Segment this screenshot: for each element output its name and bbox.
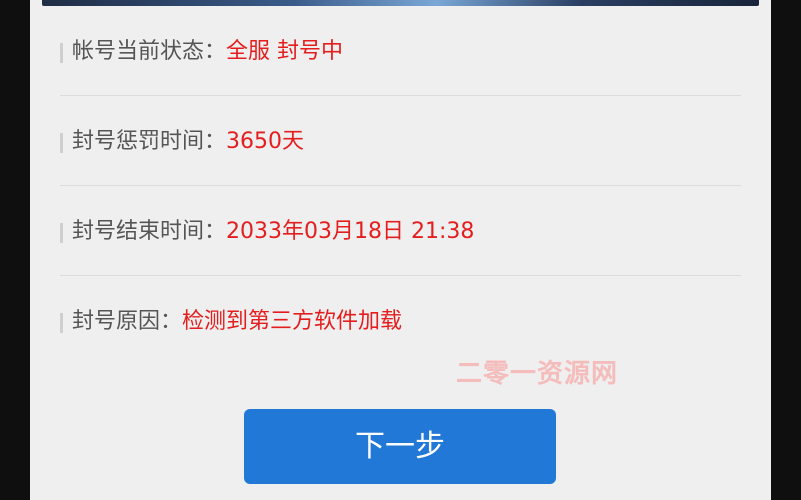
row-marker	[60, 313, 63, 333]
ban-penalty-text: 封号惩罚时间：3650天	[72, 128, 304, 156]
row-marker	[60, 43, 63, 63]
right-backdrop	[771, 0, 801, 500]
account-status-text: 帐号当前状态：全服 封号中	[72, 38, 343, 66]
ban-penalty-row: 封号惩罚时间：3650天	[60, 95, 741, 186]
ban-end-time-text: 封号结束时间：2033年03月18日 21:38	[72, 218, 474, 246]
ban-info-panel: 帐号当前状态：全服 封号中 封号惩罚时间：3650天 封号结束时间：2033年0…	[30, 0, 771, 500]
left-backdrop	[0, 0, 30, 500]
account-status-row: 帐号当前状态：全服 封号中	[60, 5, 741, 96]
ban-penalty-label: 封号惩罚时间：	[72, 129, 227, 154]
row-marker	[60, 223, 63, 243]
next-step-button[interactable]: 下一步	[244, 409, 556, 484]
row-marker	[60, 133, 63, 153]
ban-end-time-label: 封号结束时间：	[72, 219, 227, 244]
ban-penalty-value: 3650天	[226, 129, 305, 154]
ban-end-time-value: 2033年03月18日 21:38	[226, 219, 475, 244]
ban-reason-value: 检测到第三方软件加载	[182, 309, 403, 334]
ban-reason-label: 封号原因：	[72, 309, 183, 334]
account-status-value: 全服 封号中	[226, 39, 344, 64]
ban-reason-text: 封号原因：检测到第三方软件加载	[72, 308, 402, 336]
ban-end-time-row: 封号结束时间：2033年03月18日 21:38	[60, 185, 741, 276]
account-status-label: 帐号当前状态：	[72, 39, 227, 64]
ban-reason-row: 封号原因：检测到第三方软件加载	[60, 275, 741, 365]
watermark-text: 二零一资源网	[456, 359, 619, 389]
